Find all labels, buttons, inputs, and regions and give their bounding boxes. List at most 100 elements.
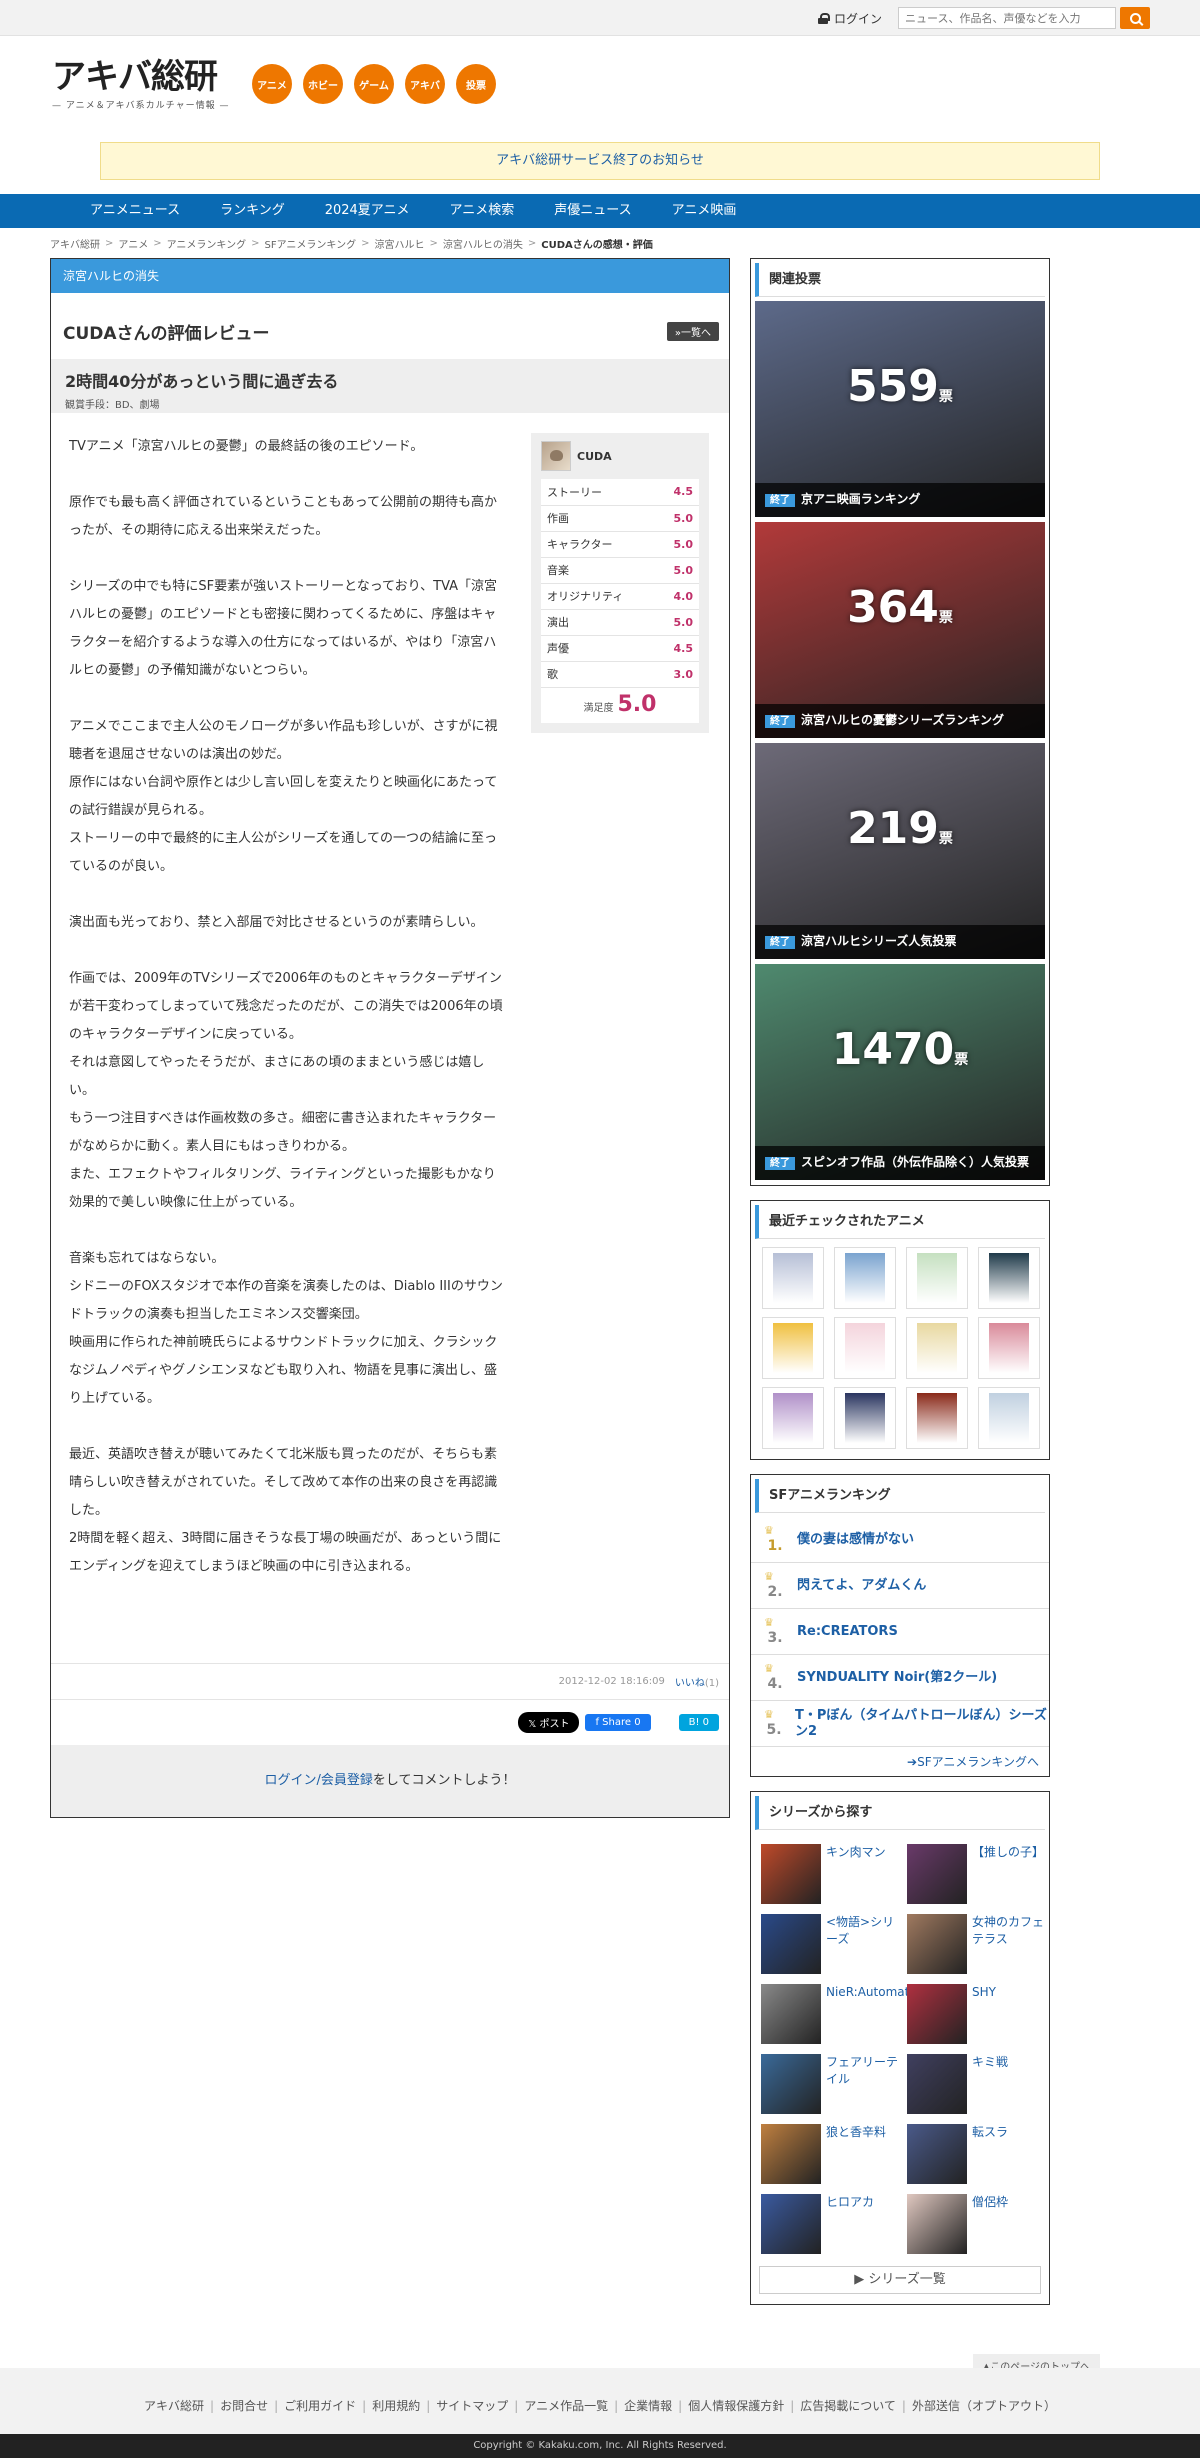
anime-title-header[interactable]: 涼宮ハルヒの消失 bbox=[51, 259, 729, 293]
service-end-notice[interactable]: アキバ総研サービス終了のお知らせ bbox=[100, 142, 1100, 180]
footer-link[interactable]: ご利用ガイド bbox=[284, 2399, 356, 2413]
footer-separator: | bbox=[790, 2399, 795, 2413]
anime-thumbnail[interactable] bbox=[762, 1387, 824, 1449]
facebook-share-button[interactable]: f Share 0 bbox=[585, 1714, 651, 1731]
anime-thumbnail[interactable] bbox=[834, 1317, 896, 1379]
ranking-more-link[interactable]: ➔SFアニメランキングへ bbox=[751, 1747, 1049, 1776]
nav-item-3[interactable]: アニメ検索 bbox=[430, 194, 535, 228]
series-item[interactable]: 狼と香辛料 bbox=[761, 2124, 901, 2184]
nav-item-1[interactable]: ランキング bbox=[200, 194, 305, 228]
anime-thumbnail[interactable] bbox=[834, 1387, 896, 1449]
ranking-item[interactable]: 5.T・Pぼん（タイムパトロールぼん）シーズン2 bbox=[751, 1701, 1049, 1747]
ranking-title: 僕の妻は感情がない bbox=[797, 1531, 915, 1547]
series-item[interactable]: 僧侶枠 bbox=[907, 2194, 1047, 2254]
score-row: 作画 5.0 bbox=[541, 505, 699, 532]
footer-link[interactable]: アキバ総研 bbox=[144, 2399, 204, 2413]
nav-item-5[interactable]: アニメ映画 bbox=[652, 194, 757, 228]
series-item[interactable]: ヒロアカ bbox=[761, 2194, 901, 2254]
footer-link[interactable]: サイトマップ bbox=[436, 2399, 508, 2413]
category-button-1[interactable]: ホビー bbox=[303, 64, 343, 104]
anime-thumbnail[interactable] bbox=[978, 1387, 1040, 1449]
breadcrumb-item: CUDAさんの感想・評価 bbox=[541, 239, 653, 251]
rank-medal-icon: 4. bbox=[761, 1662, 789, 1692]
footer-link[interactable]: 個人情報保護方針 bbox=[688, 2399, 784, 2413]
vote-card[interactable]: 219票 終了 涼宮ハルヒシリーズ人気投票 bbox=[755, 743, 1045, 959]
series-item[interactable]: キミ戦 bbox=[907, 2054, 1047, 2114]
nav-item-0[interactable]: アニメニュース bbox=[70, 194, 200, 228]
breadcrumb: アキバ総研 > アニメ > アニメランキング > SFアニメランキング > 涼宮ハルヒ > 涼宮ハル… bbox=[50, 228, 1150, 258]
vote-card[interactable]: 1470票 終了 スピンオフ作品（外伝作品除く）人気投票 bbox=[755, 964, 1045, 1180]
footer-link[interactable]: 広告掲載について bbox=[800, 2399, 896, 2413]
anime-thumbnail-image bbox=[773, 1253, 813, 1303]
series-list-button[interactable]: ▶ シリーズ一覧 bbox=[759, 2266, 1041, 2294]
category-button-0[interactable]: アニメ bbox=[252, 64, 292, 104]
avatar[interactable] bbox=[541, 441, 571, 471]
breadcrumb-item[interactable]: SFアニメランキング bbox=[264, 236, 356, 251]
like-button[interactable]: いいね(1) bbox=[675, 1674, 719, 1689]
breadcrumb-item[interactable]: アキバ総研 bbox=[50, 236, 100, 251]
anime-thumbnail[interactable] bbox=[762, 1247, 824, 1309]
footer-link[interactable]: 企業情報 bbox=[624, 2399, 672, 2413]
vote-card[interactable]: 364票 終了 涼宮ハルヒの憂鬱シリーズランキング bbox=[755, 522, 1045, 738]
breadcrumb-item[interactable]: アニメ bbox=[118, 236, 148, 251]
score-row: ストーリー 4.5 bbox=[541, 479, 699, 506]
nav-item-2[interactable]: 2024夏アニメ bbox=[305, 194, 430, 228]
reviewer-name[interactable]: CUDA bbox=[577, 450, 612, 463]
ranking-item[interactable]: 4. SYNDUALITY Noir(第2クール) bbox=[751, 1655, 1049, 1701]
score-row: キャラクター 5.0 bbox=[541, 531, 699, 558]
series-item[interactable]: <物語>シリーズ bbox=[761, 1914, 901, 1974]
anime-thumbnail[interactable] bbox=[906, 1387, 968, 1449]
anime-thumbnail[interactable] bbox=[978, 1247, 1040, 1309]
site-logo[interactable]: アキバ総研 — アニメ＆アキバ系カルチャー情報 — bbox=[52, 58, 232, 111]
review-line: 2時間を軽く超え、3時間に届きそうな長丁場の映画だが、あっという間にエンディング… bbox=[69, 1531, 502, 1574]
series-name: 女神のカフェテラス bbox=[972, 1915, 1045, 1946]
satisfaction: 満足度 5.0 bbox=[541, 687, 699, 723]
footer-link[interactable]: お問合せ bbox=[220, 2399, 268, 2413]
vote-card[interactable]: 559票 終了 京アニ映画ランキング bbox=[755, 301, 1045, 517]
footer-link[interactable]: アニメ作品一覧 bbox=[524, 2399, 608, 2413]
footer-separator: | bbox=[426, 2399, 431, 2413]
series-item[interactable]: 転スラ bbox=[907, 2124, 1047, 2184]
anime-thumbnail[interactable] bbox=[762, 1317, 824, 1379]
series-item[interactable]: 【推しの子】 bbox=[907, 1844, 1047, 1904]
breadcrumb-item[interactable]: 涼宮ハルヒの消失 bbox=[443, 236, 523, 251]
nav-item-4[interactable]: 声優ニュース bbox=[534, 194, 651, 228]
anime-thumbnail-image bbox=[845, 1323, 885, 1373]
anime-thumbnail[interactable] bbox=[906, 1317, 968, 1379]
series-item[interactable]: キン肉マン bbox=[761, 1844, 901, 1904]
hatena-bookmark-button[interactable]: B! 0 bbox=[678, 1714, 719, 1731]
ranking-item[interactable]: 2. 閃えてよ、アダムくん bbox=[751, 1563, 1049, 1609]
x-post-button[interactable]: 𝕏 ポスト bbox=[518, 1712, 580, 1733]
category-button-3[interactable]: アキバ bbox=[405, 64, 445, 104]
login-link[interactable]: ログイン bbox=[817, 10, 882, 27]
anime-thumbnail[interactable] bbox=[978, 1317, 1040, 1379]
ranking-title: Re:CREATORS bbox=[797, 1623, 898, 1639]
search-button[interactable] bbox=[1120, 7, 1150, 29]
footer-link[interactable]: 利用規約 bbox=[372, 2399, 420, 2413]
breadcrumb-item[interactable]: アニメランキング bbox=[167, 236, 247, 251]
breadcrumb-item[interactable]: 涼宮ハルヒ bbox=[374, 236, 424, 251]
series-item[interactable]: 女神のカフェテラス bbox=[907, 1914, 1047, 1974]
footer-link[interactable]: 外部送信（オプトアウト） bbox=[912, 2399, 1056, 2413]
ranking-item[interactable]: 3. Re:CREATORS bbox=[751, 1609, 1049, 1655]
to-list-button[interactable]: »一覧へ bbox=[666, 321, 719, 341]
category-button-4[interactable]: 投票 bbox=[456, 64, 496, 104]
anime-thumbnail[interactable] bbox=[834, 1247, 896, 1309]
score-label: 作画 bbox=[541, 505, 658, 532]
series-item[interactable]: フェアリーテイル bbox=[761, 2054, 901, 2114]
login-register-link[interactable]: ログイン/会員登録 bbox=[264, 1773, 372, 1788]
review-headline: 2時間40分があっという間に過ぎ去る bbox=[65, 372, 339, 391]
ranking-item[interactable]: 1. 僕の妻は感情がない bbox=[751, 1517, 1049, 1563]
search-input[interactable] bbox=[898, 7, 1116, 29]
review-line: 演出面も光っており、禁と入部届で対比させるというのが素晴らしい。 bbox=[69, 915, 484, 930]
ranking-more-label: SFアニメランキングへ bbox=[917, 1755, 1039, 1769]
score-value: 4.5 bbox=[657, 479, 699, 506]
review-line: ストーリーの中で最終的に主人公がシリーズを通しての一つの結論に至っているのが良い… bbox=[69, 831, 497, 874]
series-thumbnail bbox=[907, 2124, 967, 2184]
rank-medal-icon: 2. bbox=[761, 1570, 789, 1600]
anime-thumbnail[interactable] bbox=[906, 1247, 968, 1309]
series-box: シリーズから探す キン肉マン 【推しの子】 <物語>シリーズ 女神のカフェテラス Nie… bbox=[750, 1791, 1050, 2305]
category-button-2[interactable]: ゲーム bbox=[354, 64, 394, 104]
series-item[interactable]: SHY bbox=[907, 1984, 1047, 2044]
series-item[interactable]: NieR:Automata bbox=[761, 1984, 917, 2044]
